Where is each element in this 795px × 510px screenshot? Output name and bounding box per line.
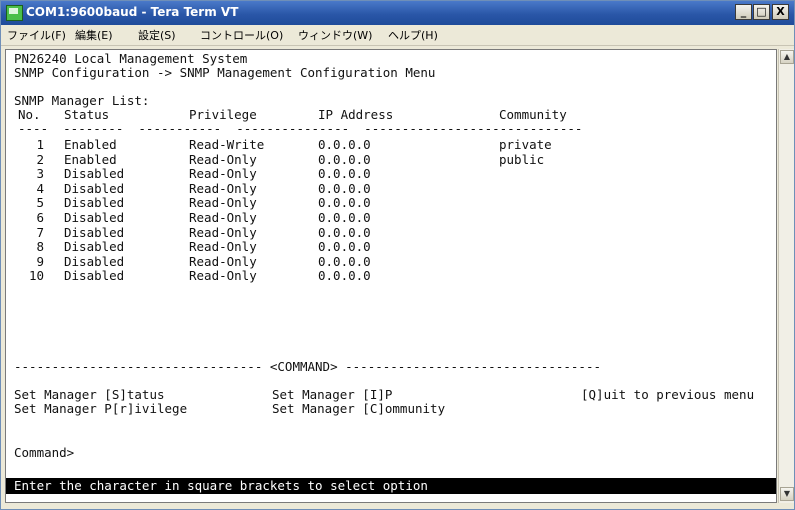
command-prompt[interactable]: Command> [14,446,74,460]
cell-ip: 0.0.0.0 [318,253,371,269]
cell-privilege: Read-Write [189,137,265,152]
manager-list-title: SNMP Manager List: [14,93,150,108]
cell-privilege: Read-Only [189,253,257,269]
cell-privilege: Read-Only [189,224,257,240]
cell-status: Disabled [64,166,125,182]
cell-no: 1 [36,137,44,152]
cell-no: 7 [36,224,44,240]
cell-status: Disabled [64,239,125,255]
header-status: Status [64,107,110,122]
minimize-button[interactable]: _ [735,4,752,20]
cell-status: Enabled [64,151,117,167]
cell-privilege: Read-Only [189,180,257,196]
breadcrumb: SNMP Configuration -> SNMP Management Co… [14,65,436,80]
cell-ip: 0.0.0.0 [318,195,371,211]
cell-no: 9 [36,253,44,269]
cell-no: 8 [36,239,44,255]
cell-no: 4 [36,180,44,196]
menu-window[interactable]: ウィンドウ(W) [298,27,372,43]
command-divider: --------------------------------- <COMMA… [14,359,601,374]
cell-ip: 0.0.0.0 [318,166,371,182]
menu-help[interactable]: ヘルプ(H) [388,27,438,43]
system-title: PN26240 Local Management System [14,51,248,66]
cell-ip: 0.0.0.0 [318,151,371,167]
header-community: Community [499,107,567,122]
cell-no: 6 [36,210,44,225]
cell-status: Disabled [64,195,125,211]
scroll-down-arrow-icon[interactable]: ▼ [780,487,794,501]
cmd-set-privilege[interactable]: Set Manager P[r]ivilege [14,402,187,416]
window-title: COM1:9600baud - Tera Term VT [26,5,239,19]
cmd-set-status[interactable]: Set Manager [S]tatus [14,388,165,402]
scroll-up-arrow-icon[interactable]: ▲ [780,50,794,64]
cell-no: 3 [36,166,44,182]
cell-privilege: Read-Only [189,195,257,211]
header-ip: IP Address [318,107,394,122]
cell-ip: 0.0.0.0 [318,137,371,152]
cell-privilege: Read-Only [189,166,257,182]
header-privilege: Privilege [189,107,257,122]
cell-community: private [499,137,552,152]
cmd-quit[interactable]: [Q]uit to previous menu [581,388,754,402]
cell-ip: 0.0.0.0 [318,224,371,240]
menu-setup[interactable]: 設定(S) [138,27,176,43]
close-button[interactable]: X [772,4,789,20]
header-underline: ---- -------- ----------- --------------… [18,121,583,136]
cmd-set-ip[interactable]: Set Manager [I]P [272,388,392,402]
cell-status: Disabled [64,210,125,225]
cell-ip: 0.0.0.0 [318,239,371,255]
cell-ip: 0.0.0.0 [318,210,371,225]
cell-no: 5 [36,195,44,211]
title-bar[interactable]: COM1:9600baud - Tera Term VT _ □ X [1,1,794,25]
tera-term-app-icon[interactable] [6,5,23,21]
status-message: Enter the character in square brackets t… [14,478,428,493]
cell-status: Enabled [64,137,117,152]
tera-term-window: COM1:9600baud - Tera Term VT _ □ X ファイル(… [0,0,795,510]
vertical-scrollbar[interactable]: ▲ ▼ [778,49,794,503]
menu-bar: ファイル(F) 編集(E) 設定(S) コントロール(O) ウィンドウ(W) ヘ… [1,25,794,46]
cell-community: public [499,151,545,167]
cell-no: 2 [36,151,44,167]
cell-ip: 0.0.0.0 [318,268,371,284]
cell-ip: 0.0.0.0 [318,180,371,196]
terminal-screen[interactable]: PN26240 Local Management System SNMP Con… [5,49,777,503]
cell-no: 10 [28,268,44,284]
cmd-set-community[interactable]: Set Manager [C]ommunity [272,402,445,416]
maximize-button[interactable]: □ [753,4,770,20]
menu-edit[interactable]: 編集(E) [75,27,113,43]
status-message-bar: Enter the character in square brackets t… [6,478,776,494]
cell-privilege: Read-Only [189,210,257,225]
cell-status: Disabled [64,253,125,269]
cell-privilege: Read-Only [189,268,257,284]
menu-control[interactable]: コントロール(O) [200,27,283,43]
cell-privilege: Read-Only [189,239,257,255]
cell-status: Disabled [64,180,125,196]
menu-file[interactable]: ファイル(F) [7,27,66,43]
cell-status: Disabled [64,268,125,284]
header-no: No. [18,107,41,122]
cell-privilege: Read-Only [189,151,257,167]
cell-status: Disabled [64,224,125,240]
